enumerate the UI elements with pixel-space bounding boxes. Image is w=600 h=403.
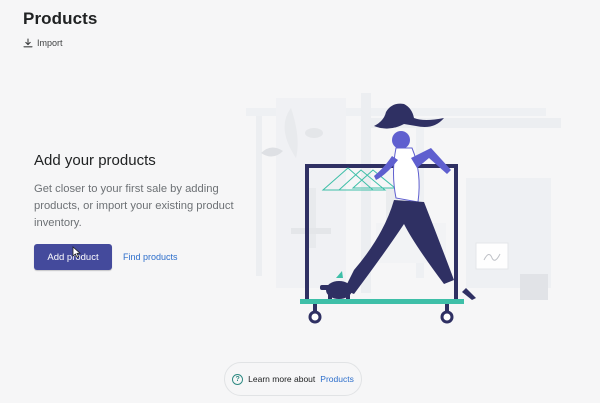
import-button[interactable]: Import bbox=[23, 38, 63, 48]
learn-more-products-link[interactable]: Products bbox=[320, 374, 354, 384]
download-icon bbox=[23, 38, 33, 48]
mouse-cursor-icon bbox=[72, 245, 81, 263]
empty-state-description: Get closer to your first sale by adding … bbox=[34, 183, 234, 229]
learn-more-pill: ? Learn more about Products bbox=[224, 362, 362, 396]
import-label: Import bbox=[37, 38, 63, 48]
question-circle-icon: ? bbox=[232, 373, 244, 385]
empty-state-illustration bbox=[236, 78, 566, 333]
page-title: Products bbox=[23, 9, 98, 28]
find-products-link[interactable]: Find products bbox=[123, 252, 178, 262]
empty-state: Add your products Get closer to your fir… bbox=[34, 152, 244, 270]
empty-state-heading: Add your products bbox=[34, 152, 156, 169]
learn-more-text: Learn more about bbox=[248, 374, 316, 384]
empty-state-actions: Add product Find products bbox=[34, 244, 244, 270]
